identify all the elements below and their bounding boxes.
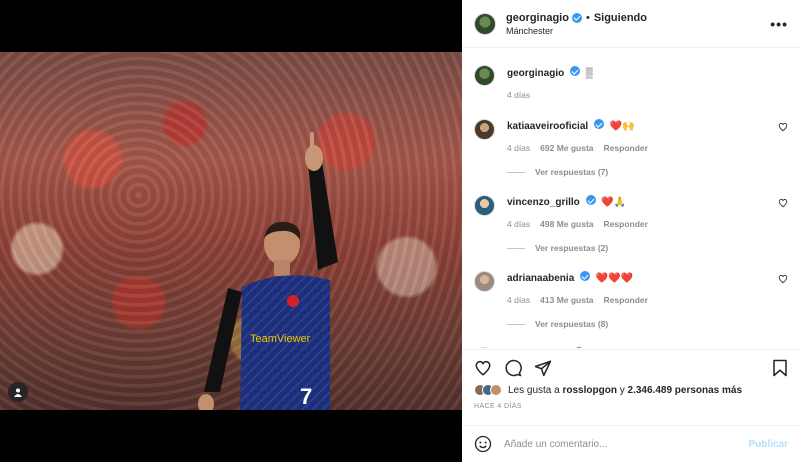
liker-avatars (474, 384, 502, 396)
comment-time[interactable]: 4 días (507, 295, 530, 305)
publish-button[interactable]: Publicar (749, 439, 788, 450)
comment-time[interactable]: 4 días (507, 143, 530, 153)
like-comment-heart-icon[interactable] (778, 274, 788, 284)
comment-username[interactable]: vincenzo_grillo (507, 197, 580, 208)
verified-badge-icon (593, 119, 604, 129)
comment-item: vincenzo_grillo ❤️🙏 4 días 498 Me gusta … (474, 192, 788, 253)
instagram-post-modal: TeamViewer 7 georginagio • Siguiendo Mán… (0, 0, 800, 462)
avatar[interactable] (474, 195, 495, 216)
comment-text: ❤️🙏 (601, 197, 627, 208)
like-comment-heart-icon[interactable] (778, 198, 788, 208)
reply-button[interactable]: Responder (604, 295, 648, 305)
view-replies-label: Ver respuestas (2) (535, 243, 609, 253)
view-replies-button[interactable]: Ver respuestas (7) (507, 167, 788, 177)
comment-item: miquelantoja ✨▒ (474, 344, 788, 348)
likes-count[interactable]: 2.346.489 personas más (628, 385, 743, 396)
player-figure: TeamViewer 7 (198, 132, 338, 410)
reply-button[interactable]: Responder (604, 219, 648, 229)
comment-likes[interactable]: 498 Me gusta (540, 219, 593, 229)
verified-badge-icon (574, 347, 585, 348)
likes-middle: y (619, 384, 625, 396)
user-tag-icon[interactable] (8, 382, 28, 402)
avatar[interactable] (474, 347, 495, 348)
view-replies-button[interactable]: Ver respuestas (2) (507, 243, 788, 253)
comment-item: katiaaveirooficial ❤️🙌 4 días 692 Me gus… (474, 116, 788, 177)
avatar[interactable] (474, 12, 496, 35)
view-replies-label: Ver respuestas (8) (535, 319, 609, 329)
comment-input[interactable] (504, 438, 749, 450)
caption-text: ▒ (585, 68, 593, 79)
verified-badge-icon (571, 12, 582, 23)
like-comment-heart-icon[interactable] (778, 122, 788, 132)
post-timestamp[interactable]: HACE 4 DÍAS (474, 403, 788, 410)
replies-line (507, 171, 525, 173)
replies-line (507, 323, 525, 325)
add-comment-bar: Publicar (462, 425, 800, 462)
post-side-panel: georginagio • Siguiendo Mánchester ••• g… (462, 0, 800, 462)
view-replies-button[interactable]: Ver respuestas (8) (507, 319, 788, 329)
svg-text:TeamViewer: TeamViewer (250, 333, 311, 345)
caption-time: 4 días (507, 90, 531, 100)
comment-icon[interactable] (504, 359, 522, 377)
replies-line (507, 247, 525, 249)
verified-badge-icon (585, 195, 596, 205)
caption-username[interactable]: georginagio (507, 68, 564, 79)
comment-text: ❤️🙌 (609, 121, 635, 132)
reply-button[interactable]: Responder (604, 143, 648, 153)
likes-summary[interactable]: Les gusta a rosslopgon y 2.346.489 perso… (474, 384, 788, 396)
post-header: georginagio • Siguiendo Mánchester ••• (462, 0, 800, 48)
svg-text:7: 7 (300, 384, 312, 409)
post-actions: Les gusta a rosslopgon y 2.346.489 perso… (462, 349, 800, 410)
more-dots-icon[interactable]: ••• (770, 16, 788, 32)
save-icon[interactable] (772, 359, 788, 377)
author-username[interactable]: georginagio (506, 12, 569, 24)
post-location[interactable]: Mánchester (506, 26, 770, 36)
likes-prefix: Les gusta a (508, 384, 560, 396)
view-replies-label: Ver respuestas (7) (535, 167, 609, 177)
comment-username[interactable]: adrianaabenia (507, 273, 574, 284)
caption: georginagio ▒ 4 días (474, 62, 788, 100)
comment-item: adrianaabenia ❤️❤️❤️ 4 días 413 Me gusta… (474, 268, 788, 329)
post-photo[interactable]: TeamViewer 7 (0, 52, 462, 410)
comment-likes[interactable]: 692 Me gusta (540, 143, 593, 153)
likes-user[interactable]: rosslopgon (563, 385, 617, 396)
smiley-icon[interactable] (474, 435, 492, 453)
avatar[interactable] (474, 271, 495, 292)
comment-text: ❤️❤️❤️ (595, 273, 634, 284)
post-media: TeamViewer 7 (0, 0, 462, 462)
verified-badge-icon (580, 271, 591, 281)
comments-list[interactable]: georginagio ▒ 4 días katiaaveirooficial … (462, 48, 800, 348)
share-icon[interactable] (534, 359, 552, 377)
avatar[interactable] (474, 65, 495, 86)
comment-likes[interactable]: 413 Me gusta (540, 295, 593, 305)
avatar[interactable] (474, 119, 495, 140)
separator-dot: • (585, 11, 590, 24)
comment-username[interactable]: katiaaveirooficial (507, 121, 588, 132)
heart-icon[interactable] (474, 359, 492, 377)
following-button[interactable]: Siguiendo (594, 12, 647, 24)
comment-time[interactable]: 4 días (507, 219, 530, 229)
verified-badge-icon (570, 66, 581, 76)
